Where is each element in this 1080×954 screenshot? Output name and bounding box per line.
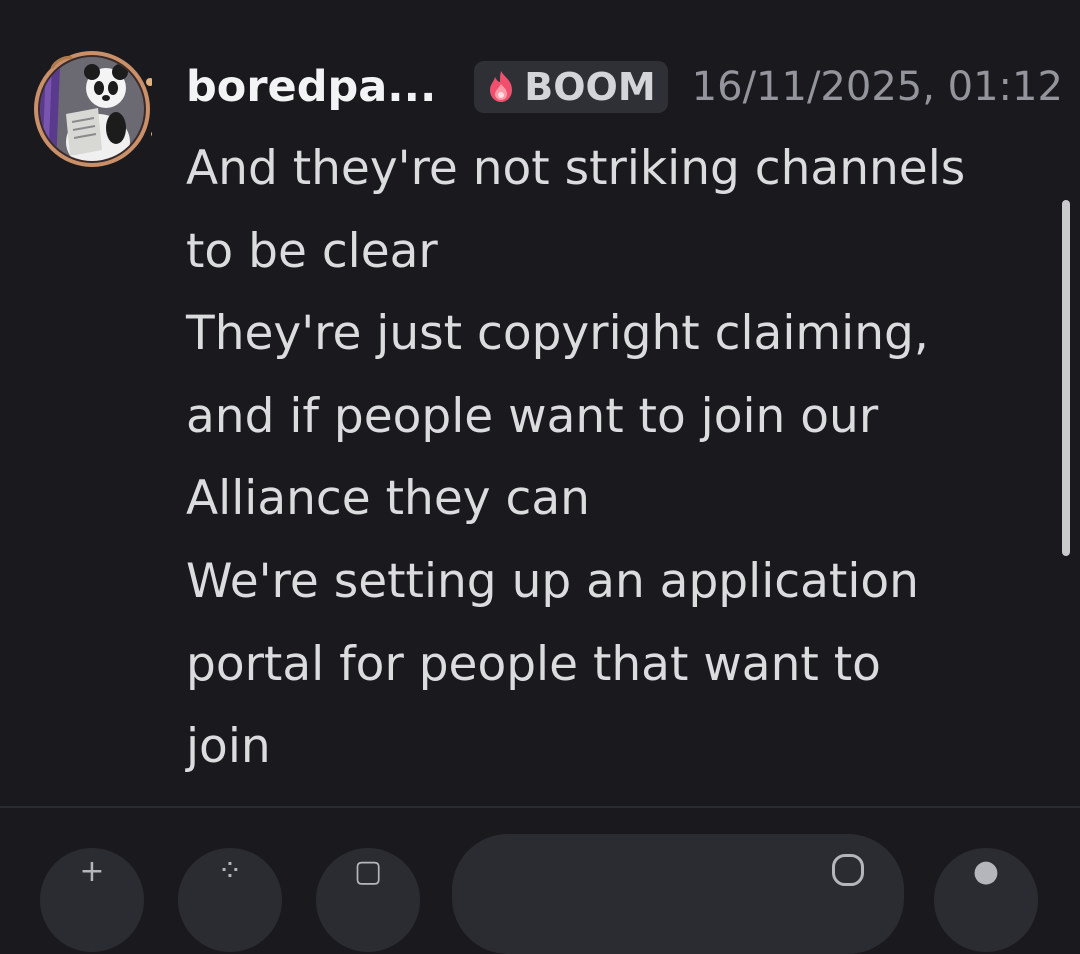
message-composer-bar: + ⁘ ▢ ● — [0, 808, 1080, 954]
avatar[interactable] — [26, 46, 152, 172]
message-line: Alliance they can — [186, 471, 590, 527]
apps-icon: ⁘ — [217, 854, 243, 889]
panda-avatar-image — [34, 51, 152, 167]
role-label: BOOM — [524, 65, 656, 109]
message-line: join — [186, 719, 271, 775]
message-line: And they're not striking channels — [186, 141, 966, 196]
message-line: to be clear — [186, 223, 438, 279]
timestamp: 16/11/2025, 01:12 — [691, 64, 1063, 110]
message-header: boredpa... BOOM 16/11/2025, 01:12 — [186, 56, 1063, 118]
mic-button[interactable]: ● — [934, 848, 1038, 952]
apps-button[interactable]: ⁘ — [178, 848, 282, 952]
add-button[interactable]: + — [40, 848, 144, 952]
message-line: They're just copyright claiming, — [186, 306, 929, 362]
mic-icon: ● — [972, 854, 1000, 889]
gift-button[interactable]: ▢ — [316, 848, 420, 952]
username[interactable]: boredpa... — [186, 62, 436, 112]
message-content[interactable]: And they're not striking channels to be … — [186, 128, 1046, 789]
role-tag[interactable]: BOOM — [474, 61, 668, 113]
message-input[interactable] — [452, 834, 904, 954]
emoji-icon[interactable] — [832, 854, 864, 886]
fire-icon — [482, 68, 520, 106]
add-icon: + — [79, 854, 105, 889]
chat-message: boredpa... BOOM 16/11/2025, 01:12 And th… — [0, 0, 1080, 806]
message-line: portal for people that want to — [186, 636, 881, 692]
gift-icon: ▢ — [353, 854, 383, 889]
message-line: and if people want to join our — [186, 388, 879, 444]
scrollbar[interactable] — [1062, 200, 1070, 556]
message-line: We're setting up an application — [186, 553, 919, 609]
